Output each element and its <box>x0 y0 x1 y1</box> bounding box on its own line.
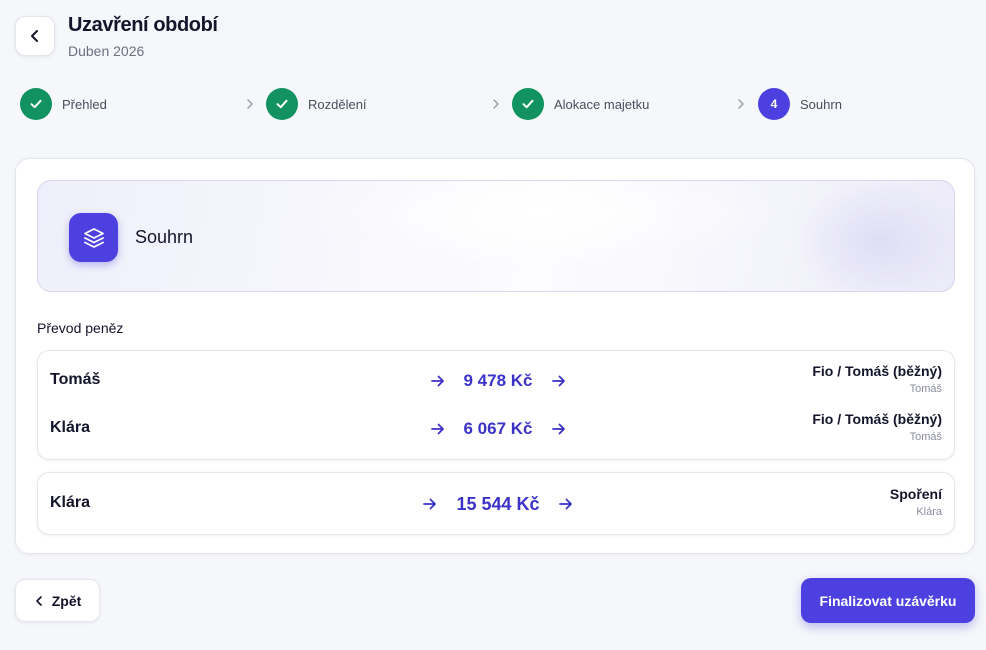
arrow-right-icon <box>558 498 572 510</box>
transfer-flow: 15 544 Kč <box>418 492 578 516</box>
destination-account: Fio / Tomáš (běžný) <box>812 411 942 427</box>
summary-hero: Souhrn <box>37 180 955 292</box>
transfer-destination: Fio / Tomáš (běžný) Tomáš <box>812 363 942 395</box>
transfer-amount: 9 478 Kč <box>463 371 533 390</box>
section-title-transfers: Převod peněz <box>37 320 124 336</box>
finalize-button[interactable]: Finalizovat uzávěrku <box>801 578 975 623</box>
header-back-button[interactable] <box>15 16 55 56</box>
arrow-right-icon <box>551 375 565 387</box>
destination-owner: Klára <box>916 506 942 518</box>
transfer-amount: 6 067 Kč <box>463 419 533 438</box>
arrow-right-icon <box>423 498 437 510</box>
destination-owner: Tomáš <box>909 383 942 395</box>
step-label: Rozdělení <box>308 96 367 112</box>
summary-card: Souhrn Převod peněz Tomáš 9 478 Kč Fio /… <box>15 158 975 554</box>
step-alokace-majetku[interactable]: Alokace majetku <box>512 88 649 120</box>
step-prehled[interactable]: Přehled <box>20 88 107 120</box>
step-number-circle: 4 <box>758 88 790 120</box>
step-label: Souhrn <box>800 96 842 112</box>
transfer-destination: Spoření Klára <box>890 486 942 518</box>
title-block: Uzavření období Duben 2026 <box>68 14 218 59</box>
transfer-from: Klára <box>50 494 91 511</box>
step-souhrn[interactable]: 4 Souhrn <box>758 88 842 120</box>
transfer-group: Tomáš 9 478 Kč Fio / Tomáš (běžný) Tomáš… <box>37 350 955 460</box>
step-rozdeleni[interactable]: Rozdělení <box>266 88 367 120</box>
chevron-right-icon <box>247 99 253 109</box>
transfer-destination: Fio / Tomáš (běžný) Tomáš <box>812 411 942 443</box>
transfer-row: Klára 15 544 Kč Spoření Klára <box>38 484 954 524</box>
transfer-group: Klára 15 544 Kč Spoření Klára <box>37 472 955 535</box>
page-subtitle: Duben 2026 <box>68 43 145 59</box>
transfer-row: Klára 6 067 Kč Fio / Tomáš (běžný) Tomáš <box>38 409 954 449</box>
hero-icon-tile <box>69 213 118 262</box>
back-button[interactable]: Zpět <box>15 579 100 622</box>
chevron-right-icon <box>738 99 744 109</box>
chevron-right-icon <box>493 99 499 109</box>
transfer-flow: 9 478 Kč <box>418 369 578 393</box>
stepper: Přehled Rozdělení Alokace majetku 4 Souh… <box>20 88 960 122</box>
arrow-right-icon <box>430 375 444 387</box>
transfer-amount: 15 544 Kč <box>456 493 540 514</box>
hero-title: Souhrn <box>135 227 194 247</box>
transfer-from: Klára <box>50 419 91 436</box>
arrow-right-icon <box>430 423 444 435</box>
step-label: Přehled <box>62 96 107 112</box>
step-check-circle <box>266 88 298 120</box>
chevron-left-icon <box>31 30 38 42</box>
layers-icon <box>83 227 104 248</box>
check-icon <box>30 99 42 109</box>
page-title: Uzavření období <box>68 14 218 36</box>
back-button-label: Zpět <box>51 592 82 609</box>
chevron-left-icon <box>35 595 42 606</box>
destination-account: Fio / Tomáš (běžný) <box>812 363 942 379</box>
check-icon <box>522 99 534 109</box>
check-icon <box>276 99 288 109</box>
destination-account: Spoření <box>889 486 942 502</box>
arrow-right-icon <box>551 423 565 435</box>
transfer-from: Tomáš <box>50 371 101 388</box>
step-label: Alokace majetku <box>554 96 650 112</box>
transfer-row: Tomáš 9 478 Kč Fio / Tomáš (běžný) Tomáš <box>38 361 954 401</box>
step-check-circle <box>20 88 52 120</box>
step-check-circle <box>512 88 544 120</box>
transfer-flow: 6 067 Kč <box>418 417 578 441</box>
destination-owner: Tomáš <box>909 431 942 443</box>
